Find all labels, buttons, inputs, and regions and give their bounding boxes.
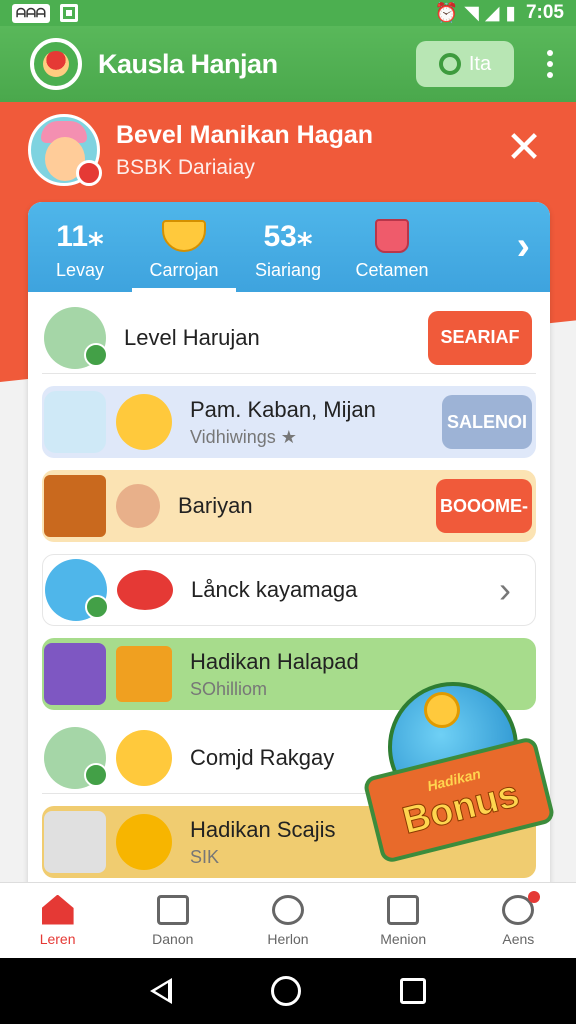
nav-label: Herlon [267, 930, 309, 947]
chevron-right-icon[interactable]: › [517, 224, 530, 269]
list-item-title: Bariyan [178, 493, 253, 518]
house-icon [387, 894, 420, 925]
box-icon [156, 894, 189, 925]
battery-icon: ▮ [505, 2, 516, 24]
profile-subtitle: BSBK Dariaiay [116, 155, 255, 179]
chevron-right-icon[interactable]: › [499, 569, 511, 611]
screenshot-icon [59, 4, 78, 22]
list-item-action-button[interactable]: SALENOI [442, 395, 532, 449]
tab-label: Levay [55, 260, 105, 280]
close-button[interactable]: ✕ [502, 126, 546, 172]
sun-icon [424, 692, 460, 728]
nav-label: Danon [152, 930, 194, 947]
home-circle-icon[interactable] [270, 976, 301, 1006]
status-badge: ᗩᗩᗩ [12, 3, 50, 23]
back-icon[interactable] [149, 978, 172, 1004]
nav-item-house[interactable]: Menion [355, 894, 451, 947]
nav-label: Aens [502, 930, 535, 947]
profile-name: Bevel Manikan Hagan [116, 120, 374, 149]
cash-register-icon [44, 811, 106, 873]
tab-carrojan[interactable]: Carrojan [132, 202, 236, 292]
tab-label: Cetamen [355, 260, 429, 280]
old-man-icon [116, 484, 160, 528]
avatar-badge-icon [76, 160, 102, 186]
tab-value: 53⁎ [263, 219, 313, 253]
coin-stack-icon [44, 726, 108, 789]
app-bar: Kausla Hanjan Ita [0, 26, 576, 102]
bottom-nav: Leren Danon Herlon Menion Aens [0, 882, 576, 958]
status-right: ⏰ ◥ ◢ ▮ 7:05 [435, 1, 564, 25]
system-nav-bar [0, 958, 576, 1024]
stats-tabs: 11⁎ Levay Carrojan 53⁎ Siariang Cetamen … [28, 202, 550, 292]
chat-icon [438, 53, 461, 75]
profile-text: Bevel Manikan Hagan BSBK Dariaiay [116, 121, 373, 180]
tab-label: Carrojan [149, 260, 219, 280]
picture-frame-icon [44, 475, 106, 537]
list-item-action-button[interactable]: SEARIAF [428, 310, 532, 365]
nav-item-profile[interactable]: Aens [470, 890, 566, 947]
coin-bag-icon [116, 646, 172, 702]
tab-levay[interactable]: 11⁎ Levay [28, 202, 132, 292]
tab-siariang[interactable]: 53⁎ Siariang [236, 202, 340, 292]
notification-dot [528, 890, 541, 903]
coins-icon [116, 729, 172, 786]
alarm-icon: ⏰ [434, 3, 459, 24]
dollar-coin-icon [116, 814, 172, 870]
app-title: Kausla Hanjan [98, 48, 278, 79]
list-item[interactable]: Bariyan BOOOME- [42, 470, 536, 542]
tab-cetamen[interactable]: Cetamen [340, 202, 444, 292]
bowl-icon [162, 220, 206, 252]
cube-icon [44, 643, 106, 705]
app-logo-icon[interactable] [19, 27, 93, 101]
tab-label: Siariang [254, 260, 322, 280]
app-bar-pill-button[interactable]: Ita [416, 41, 514, 87]
status-time: 7:05 [525, 2, 564, 23]
list-item-title: Level Harujan [124, 324, 260, 350]
list-item-action-button[interactable]: BOOOME- [436, 479, 532, 533]
status-left: ᗩᗩᗩ [12, 3, 78, 23]
tab-value: 11⁎ [56, 219, 104, 253]
nav-item-box[interactable]: Danon [125, 894, 221, 947]
search-icon [271, 894, 304, 925]
app-bar-pill-label: Ita [468, 52, 492, 75]
nav-item-home[interactable]: Leren [10, 894, 106, 947]
status-bar: ᗩᗩᗩ ⏰ ◥ ◢ ▮ 7:05 [0, 0, 576, 26]
signal-icon: ◢ [484, 2, 500, 24]
home-icon [41, 894, 74, 925]
nav-item-search[interactable]: Herlon [240, 894, 336, 947]
list-item-title: Lånck kayamaga [191, 577, 358, 602]
strawberry-icon [45, 559, 109, 621]
more-options-icon[interactable] [542, 50, 558, 78]
wifi-icon: ◥ [464, 2, 479, 24]
label-badge-icon [117, 570, 173, 610]
list-item[interactable]: Level Harujan SEARIAF [42, 302, 536, 374]
nav-label: Leren [39, 930, 76, 947]
list-item-title: Pam. Kaban, Mijan [190, 396, 376, 422]
list-item[interactable]: Lånck kayamaga › [42, 554, 536, 626]
profile-header: Bevel Manikan Hagan BSBK Dariaiay [28, 112, 548, 188]
list-item[interactable]: Pam. Kaban, Mijan Vidhiwings ★ SALENOI [42, 386, 536, 458]
cup-icon [375, 219, 409, 253]
carrot-icon [44, 391, 106, 453]
nav-label: Menion [380, 930, 427, 947]
boy-avatar-icon [44, 306, 108, 369]
list-item-subtitle: Vidhiwings ★ [190, 426, 297, 447]
recent-apps-icon[interactable] [400, 978, 427, 1004]
bonus-sticker[interactable]: Hadikan Bonus [361, 666, 560, 865]
coin-icon [116, 394, 172, 450]
